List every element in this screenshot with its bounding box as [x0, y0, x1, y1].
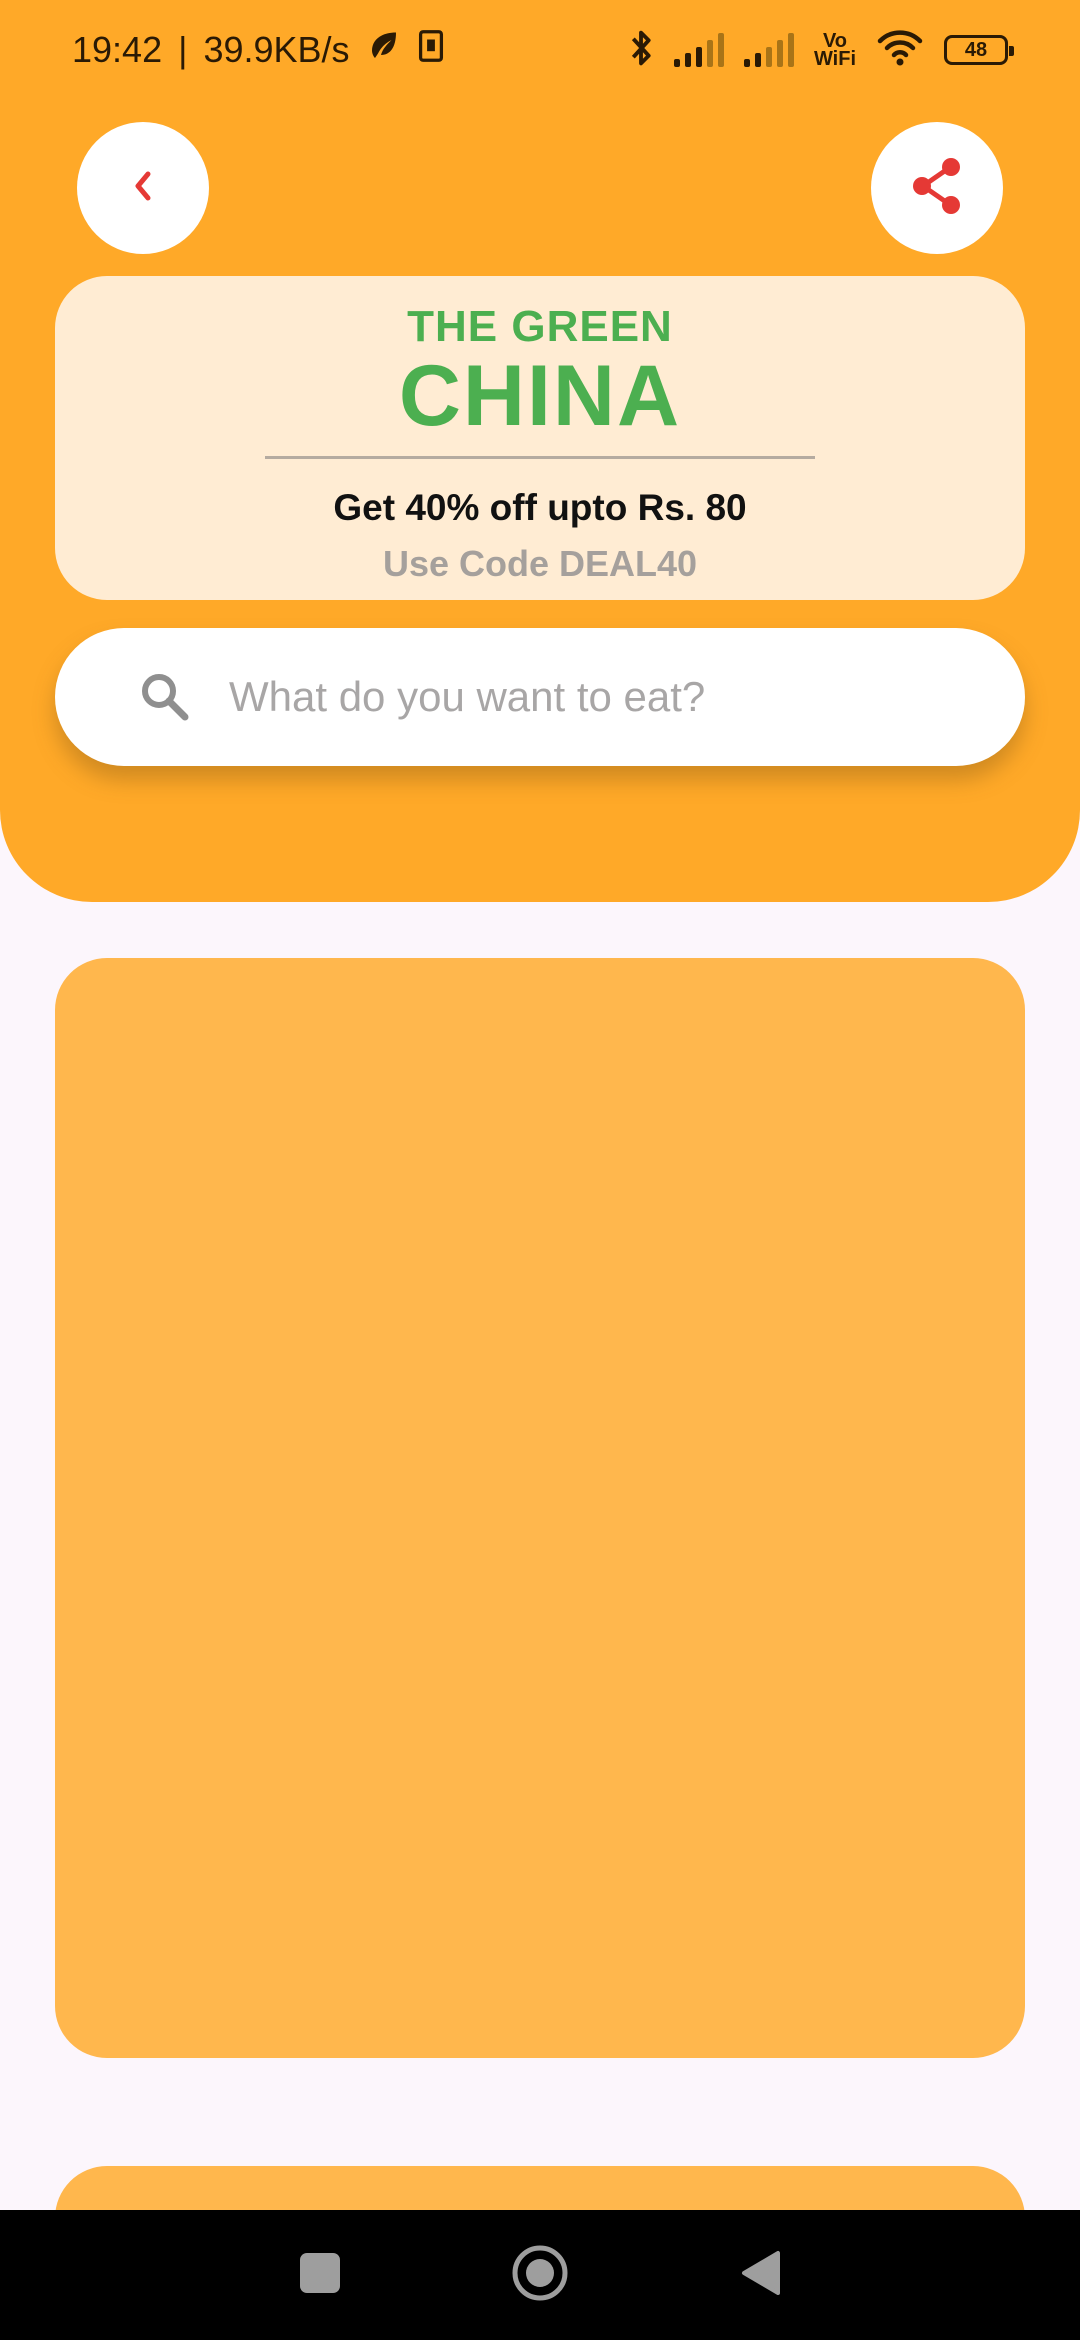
search-bar[interactable]	[55, 628, 1025, 766]
leaf-icon	[366, 28, 402, 73]
sim-card-icon	[418, 29, 444, 72]
back-nav-button[interactable]	[720, 2235, 800, 2315]
recents-button[interactable]	[280, 2235, 360, 2315]
recents-square-icon	[298, 2251, 342, 2300]
signal-icon	[743, 33, 794, 67]
system-nav-bar	[0, 2210, 1080, 2340]
status-right: Vo WiFi 48	[628, 28, 1014, 73]
wifi-icon	[876, 29, 924, 72]
vowifi-bottom: WiFi	[813, 48, 856, 70]
share-button[interactable]	[871, 122, 1003, 254]
bluetooth-icon	[628, 28, 654, 73]
back-button[interactable]	[77, 122, 209, 254]
promo-card[interactable]: THE GREEN CHINA Get 40% off upto Rs. 80 …	[55, 276, 1025, 600]
status-bar: 19:42 | 39.9KB/s Vo WiFi 48	[0, 0, 1080, 100]
battery-icon: 48	[944, 35, 1014, 65]
status-separator: |	[178, 29, 188, 70]
search-input[interactable]	[229, 673, 989, 721]
share-icon	[909, 156, 965, 221]
signal-icon	[673, 33, 724, 67]
screen: 19:42 | 39.9KB/s Vo WiFi 48 THE GREEN CH…	[0, 0, 1080, 2340]
search-icon	[137, 669, 193, 725]
content-card[interactable]	[55, 958, 1025, 2058]
chevron-left-icon	[126, 166, 160, 211]
status-left: 19:42 | 39.9KB/s	[72, 28, 444, 73]
home-button[interactable]	[500, 2235, 580, 2315]
brand-title-main: CHINA	[398, 348, 682, 444]
back-triangle-icon	[738, 2249, 782, 2302]
offer-text: Get 40% off upto Rs. 80	[333, 487, 747, 528]
promo-divider	[265, 456, 815, 459]
vowifi-indicator: Vo WiFi	[813, 31, 856, 70]
home-circle-icon	[511, 2244, 569, 2307]
network-speed: 39.9KB/s	[203, 29, 350, 70]
status-time: 19:42	[72, 29, 163, 70]
coupon-code: Use Code DEAL40	[382, 543, 698, 584]
brand-title-top: THE GREEN	[407, 302, 673, 351]
battery-level: 48	[964, 38, 988, 61]
